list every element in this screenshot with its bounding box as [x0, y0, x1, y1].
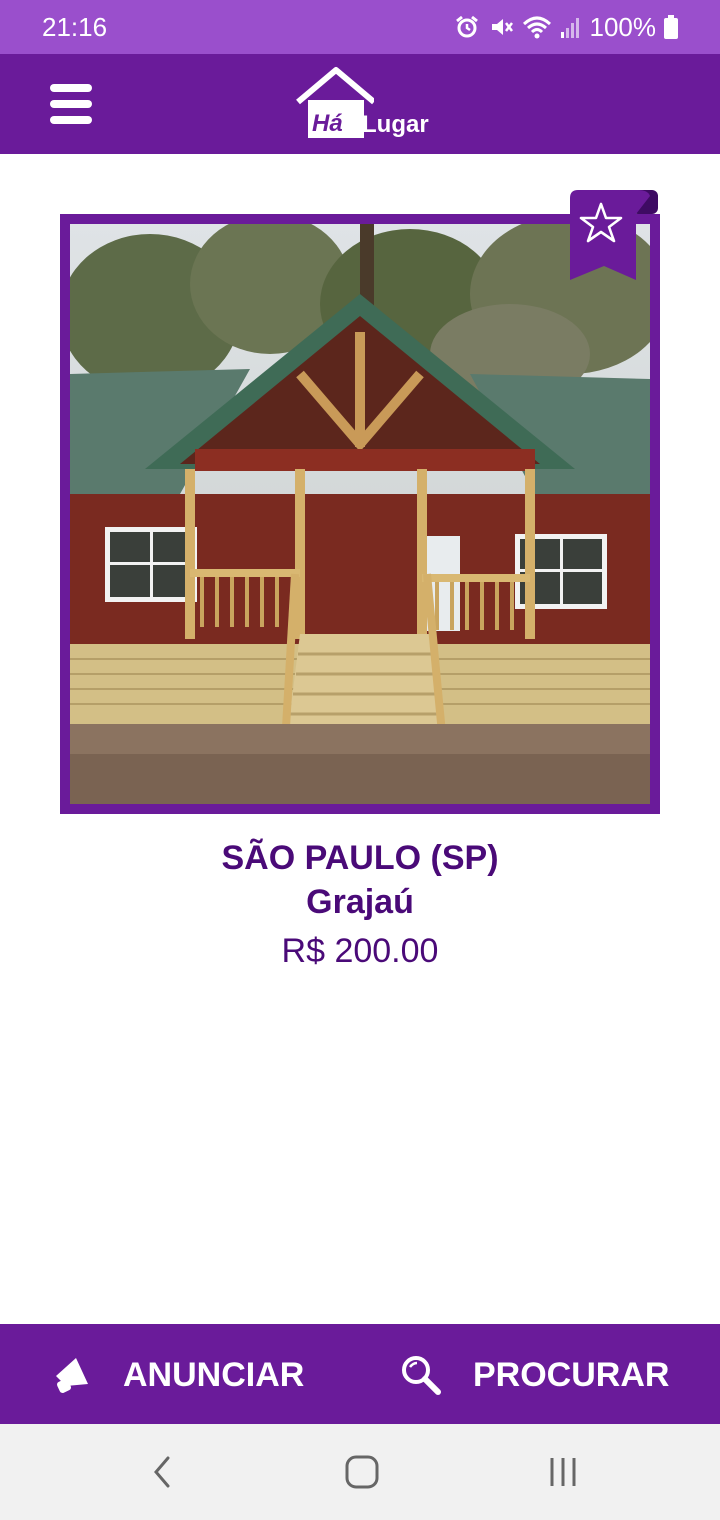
hamburger-menu-icon[interactable]	[50, 82, 94, 126]
listing-photo[interactable]	[70, 224, 650, 804]
listing-price: R$ 200.00	[281, 932, 439, 970]
logo-word-ha: Há	[312, 110, 343, 137]
bottom-action-bar: ANUNCIAR PROCURAR	[0, 1324, 720, 1424]
listing-neighborhood: Grajaú	[306, 883, 414, 921]
advertise-button[interactable]: ANUNCIAR	[0, 1324, 360, 1424]
wifi-icon	[522, 16, 551, 39]
menu-line	[50, 100, 92, 108]
listing-photo-frame	[60, 214, 660, 814]
megaphone-icon	[56, 1358, 88, 1393]
menu-line	[50, 116, 92, 124]
search-button[interactable]: PROCURAR	[360, 1324, 720, 1424]
listing-info: SÃO PAULO (SP) Grajaú R$ 200.00	[60, 838, 660, 976]
system-nav-bar	[0, 1424, 720, 1520]
menu-line	[50, 84, 92, 92]
status-icons: 100%	[454, 11, 678, 43]
recents-icon[interactable]	[548, 1454, 580, 1490]
home-icon[interactable]	[344, 1454, 380, 1490]
status-time: 21:16	[42, 11, 108, 42]
favorite-ribbon[interactable]	[568, 190, 660, 282]
app-logo: Há Lugar	[290, 66, 450, 144]
listing-card[interactable]: SÃO PAULO (SP) Grajaú R$ 200.00	[60, 190, 660, 990]
mute-icon	[491, 19, 513, 35]
search-icon	[402, 1356, 441, 1395]
search-label: PROCURAR	[473, 1356, 670, 1394]
app-header: Há Lugar	[0, 54, 720, 154]
battery-percent: 100%	[589, 11, 657, 42]
alarm-icon	[455, 15, 478, 38]
listing-city: SÃO PAULO (SP)	[221, 839, 499, 877]
signal-icon	[560, 18, 579, 38]
back-icon[interactable]	[150, 1454, 174, 1490]
advertise-label: ANUNCIAR	[123, 1356, 305, 1394]
logo-word-lugar: Lugar	[362, 111, 429, 138]
status-bar: 21:16 100%	[0, 0, 720, 54]
battery-icon	[664, 15, 678, 39]
